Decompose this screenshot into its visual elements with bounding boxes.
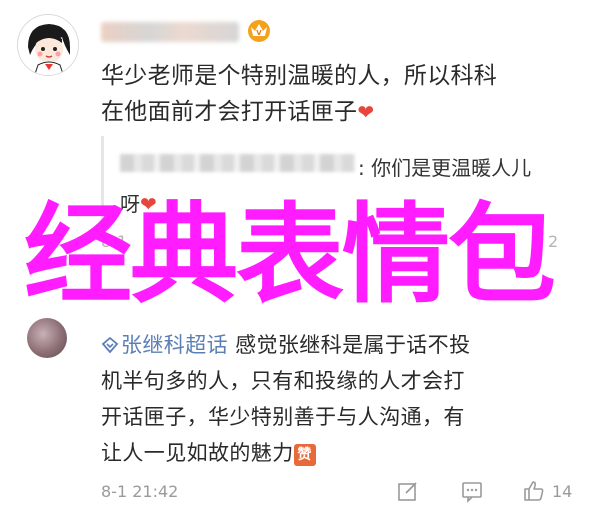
like-count: 14 — [552, 481, 573, 501]
comment-line: 感觉张继科是属于话不投 — [228, 333, 471, 357]
comment-line: 华少老师是个特别温暖的人，所以科科 — [101, 63, 498, 89]
vip-crown-badge-icon: V — [245, 16, 273, 44]
comment-line: 机半句多的人，只有和投缘的人才会打 — [101, 369, 465, 393]
super-topic-label: 张继科超话 — [121, 333, 228, 357]
like-button[interactable]: 14 — [522, 478, 572, 504]
thumbs-up-icon — [524, 481, 544, 501]
comment-button[interactable] — [460, 478, 484, 504]
zan-emoji-icon: 赞 — [293, 444, 316, 466]
comment-line: 开话匣子，华少特别善于与人沟通，有 — [101, 405, 465, 429]
overlay-title: 经典表情包 — [24, 193, 556, 318]
edit-icon — [398, 482, 417, 501]
super-topic-icon — [101, 336, 119, 354]
timestamp: 8-1 21:42 — [101, 482, 179, 501]
svg-text:V: V — [256, 29, 262, 37]
heart-icon: ❤ — [357, 100, 375, 124]
reply-line: : 你们是更温暖人儿 — [358, 156, 532, 180]
avatar[interactable] — [17, 14, 79, 76]
super-topic-link[interactable]: 张继科超话 — [101, 333, 228, 357]
reply-button[interactable] — [396, 478, 420, 504]
username-redacted[interactable] — [101, 22, 239, 42]
comment-line: 让人一见如故的魅力 — [101, 441, 294, 465]
comment-text: 华少老师是个特别温暖的人，所以科科 在他面前才会打开话匣子❤ — [101, 58, 581, 130]
comment-line: 在他面前才会打开话匣子 — [101, 99, 358, 125]
cartoon-girl-avatar-icon — [18, 15, 78, 75]
comment-text: 张继科超话 感觉张继科是属于话不投 机半句多的人，只有和投缘的人才会打 开话匣子… — [101, 327, 581, 471]
avatar[interactable] — [27, 318, 67, 358]
comment-icon — [462, 482, 482, 503]
